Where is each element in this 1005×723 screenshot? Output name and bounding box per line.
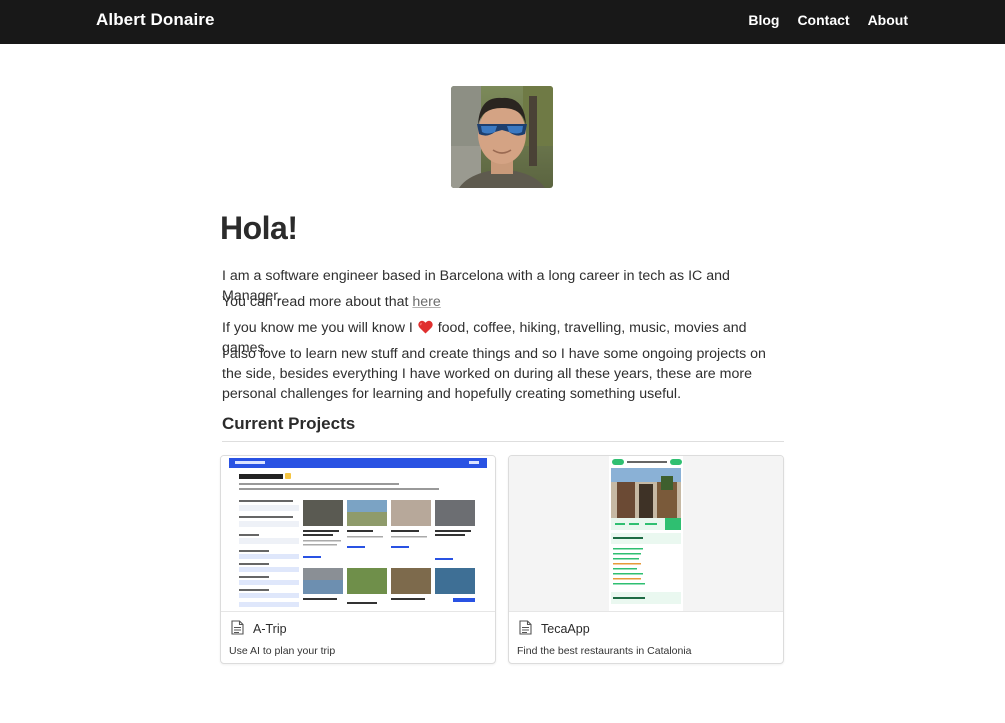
nav-link-contact[interactable]: Contact	[797, 12, 849, 28]
project-title-tecaapp[interactable]: TecaApp	[541, 622, 590, 636]
tecaapp-screenshot	[509, 456, 783, 612]
document-icon	[231, 620, 244, 635]
brand-link[interactable]: Albert Donaire	[96, 10, 215, 30]
nav-link-blog[interactable]: Blog	[748, 12, 779, 28]
top-navbar: Albert Donaire Blog Contact About	[0, 0, 1005, 44]
section-divider	[222, 441, 784, 442]
nav-links: Blog Contact About	[748, 12, 908, 28]
intro-paragraph-2: You can read more about that here	[222, 293, 441, 313]
project-title-atrip[interactable]: A-Trip	[253, 622, 287, 636]
project-desc-atrip: Use AI to plan your trip	[229, 645, 336, 657]
projects-heading: Current Projects	[222, 414, 356, 433]
intro-paragraph-4: I also love to learn new stuff and creat…	[222, 346, 766, 402]
project-card-atrip[interactable]: A-Trip Use AI to plan your trip	[220, 455, 496, 664]
read-more-link[interactable]: here	[412, 294, 440, 310]
project-desc-tecaapp: Find the best restaurants in Catalonia	[517, 645, 692, 657]
atrip-screenshot	[221, 456, 495, 612]
intro-paragraph-2-text: You can read more about that	[222, 294, 413, 310]
intro-paragraph-3-prefix: If you know me you will know I	[222, 320, 417, 336]
document-icon	[519, 620, 532, 635]
page-title: Hola!	[220, 210, 298, 246]
profile-avatar	[451, 86, 553, 188]
heart-icon	[418, 320, 433, 334]
nav-link-about[interactable]: About	[868, 12, 908, 28]
project-card-tecaapp[interactable]: TecaApp Find the best restaurants in Cat…	[508, 455, 784, 664]
